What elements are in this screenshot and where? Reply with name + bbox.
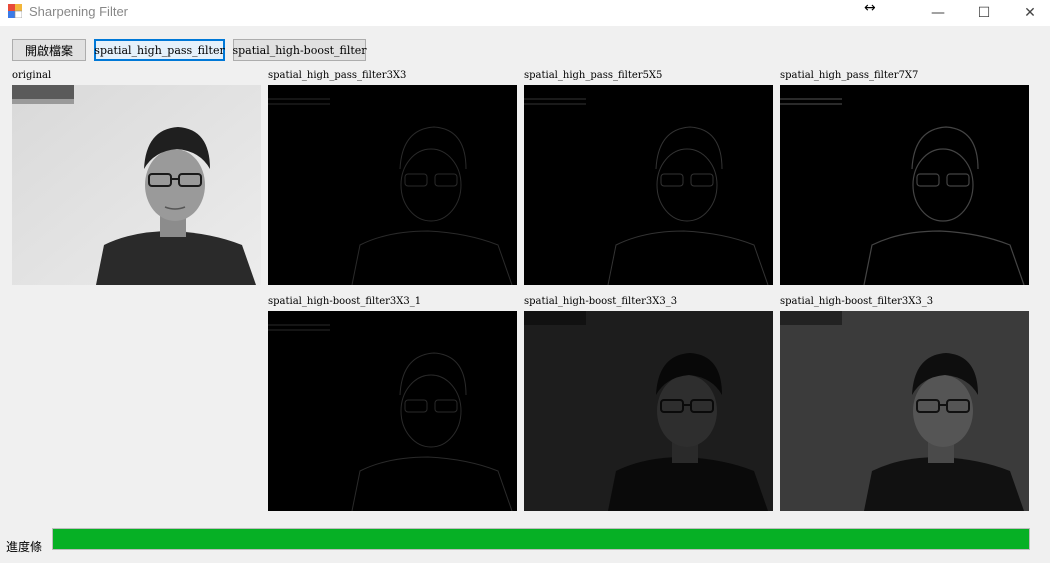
high-pass-3x3-label: spatial_high_pass_filter3X3 (268, 70, 407, 81)
high-pass-filter-button[interactable]: spatial_high_pass_filter (94, 39, 225, 61)
minimize-button[interactable]: — (915, 0, 961, 26)
close-button[interactable]: ✕ (1007, 0, 1053, 26)
app-icon (8, 4, 22, 18)
progress-fill (53, 529, 1029, 549)
high-pass-7x7-image (780, 85, 1029, 285)
title-bar: Sharpening Filter ↔ — ☐ ✕ (0, 0, 1054, 26)
high-boost-filter-button[interactable]: spatial_high-boost_filter (232, 39, 367, 61)
original-image (12, 85, 261, 285)
high-boost-1-label: spatial_high-boost_filter3X3_1 (268, 296, 422, 307)
window-title: Sharpening Filter (29, 4, 128, 19)
high-boost-3-label: spatial_high-boost_filter3X3_3 (780, 296, 934, 307)
progress-label: 進度條 (6, 540, 43, 554)
open-file-button[interactable]: 開啟檔案 (12, 39, 86, 61)
high-pass-5x5-label: spatial_high_pass_filter5X5 (524, 70, 663, 81)
high-pass-7x7-label: spatial_high_pass_filter7X7 (780, 70, 919, 81)
window-border (1050, 26, 1054, 563)
progress-bar (52, 528, 1030, 550)
maximize-button[interactable]: ☐ (961, 0, 1007, 26)
high-boost-2-image (524, 311, 773, 511)
high-boost-3-image (780, 311, 1029, 511)
resize-cursor-icon: ↔ (864, 0, 876, 16)
high-pass-3x3-image (268, 85, 517, 285)
original-label: original (12, 70, 52, 81)
high-boost-2-label: spatial_high-boost_filter3X3_3 (524, 296, 678, 307)
high-boost-1-image (268, 311, 517, 511)
high-pass-5x5-image (524, 85, 773, 285)
